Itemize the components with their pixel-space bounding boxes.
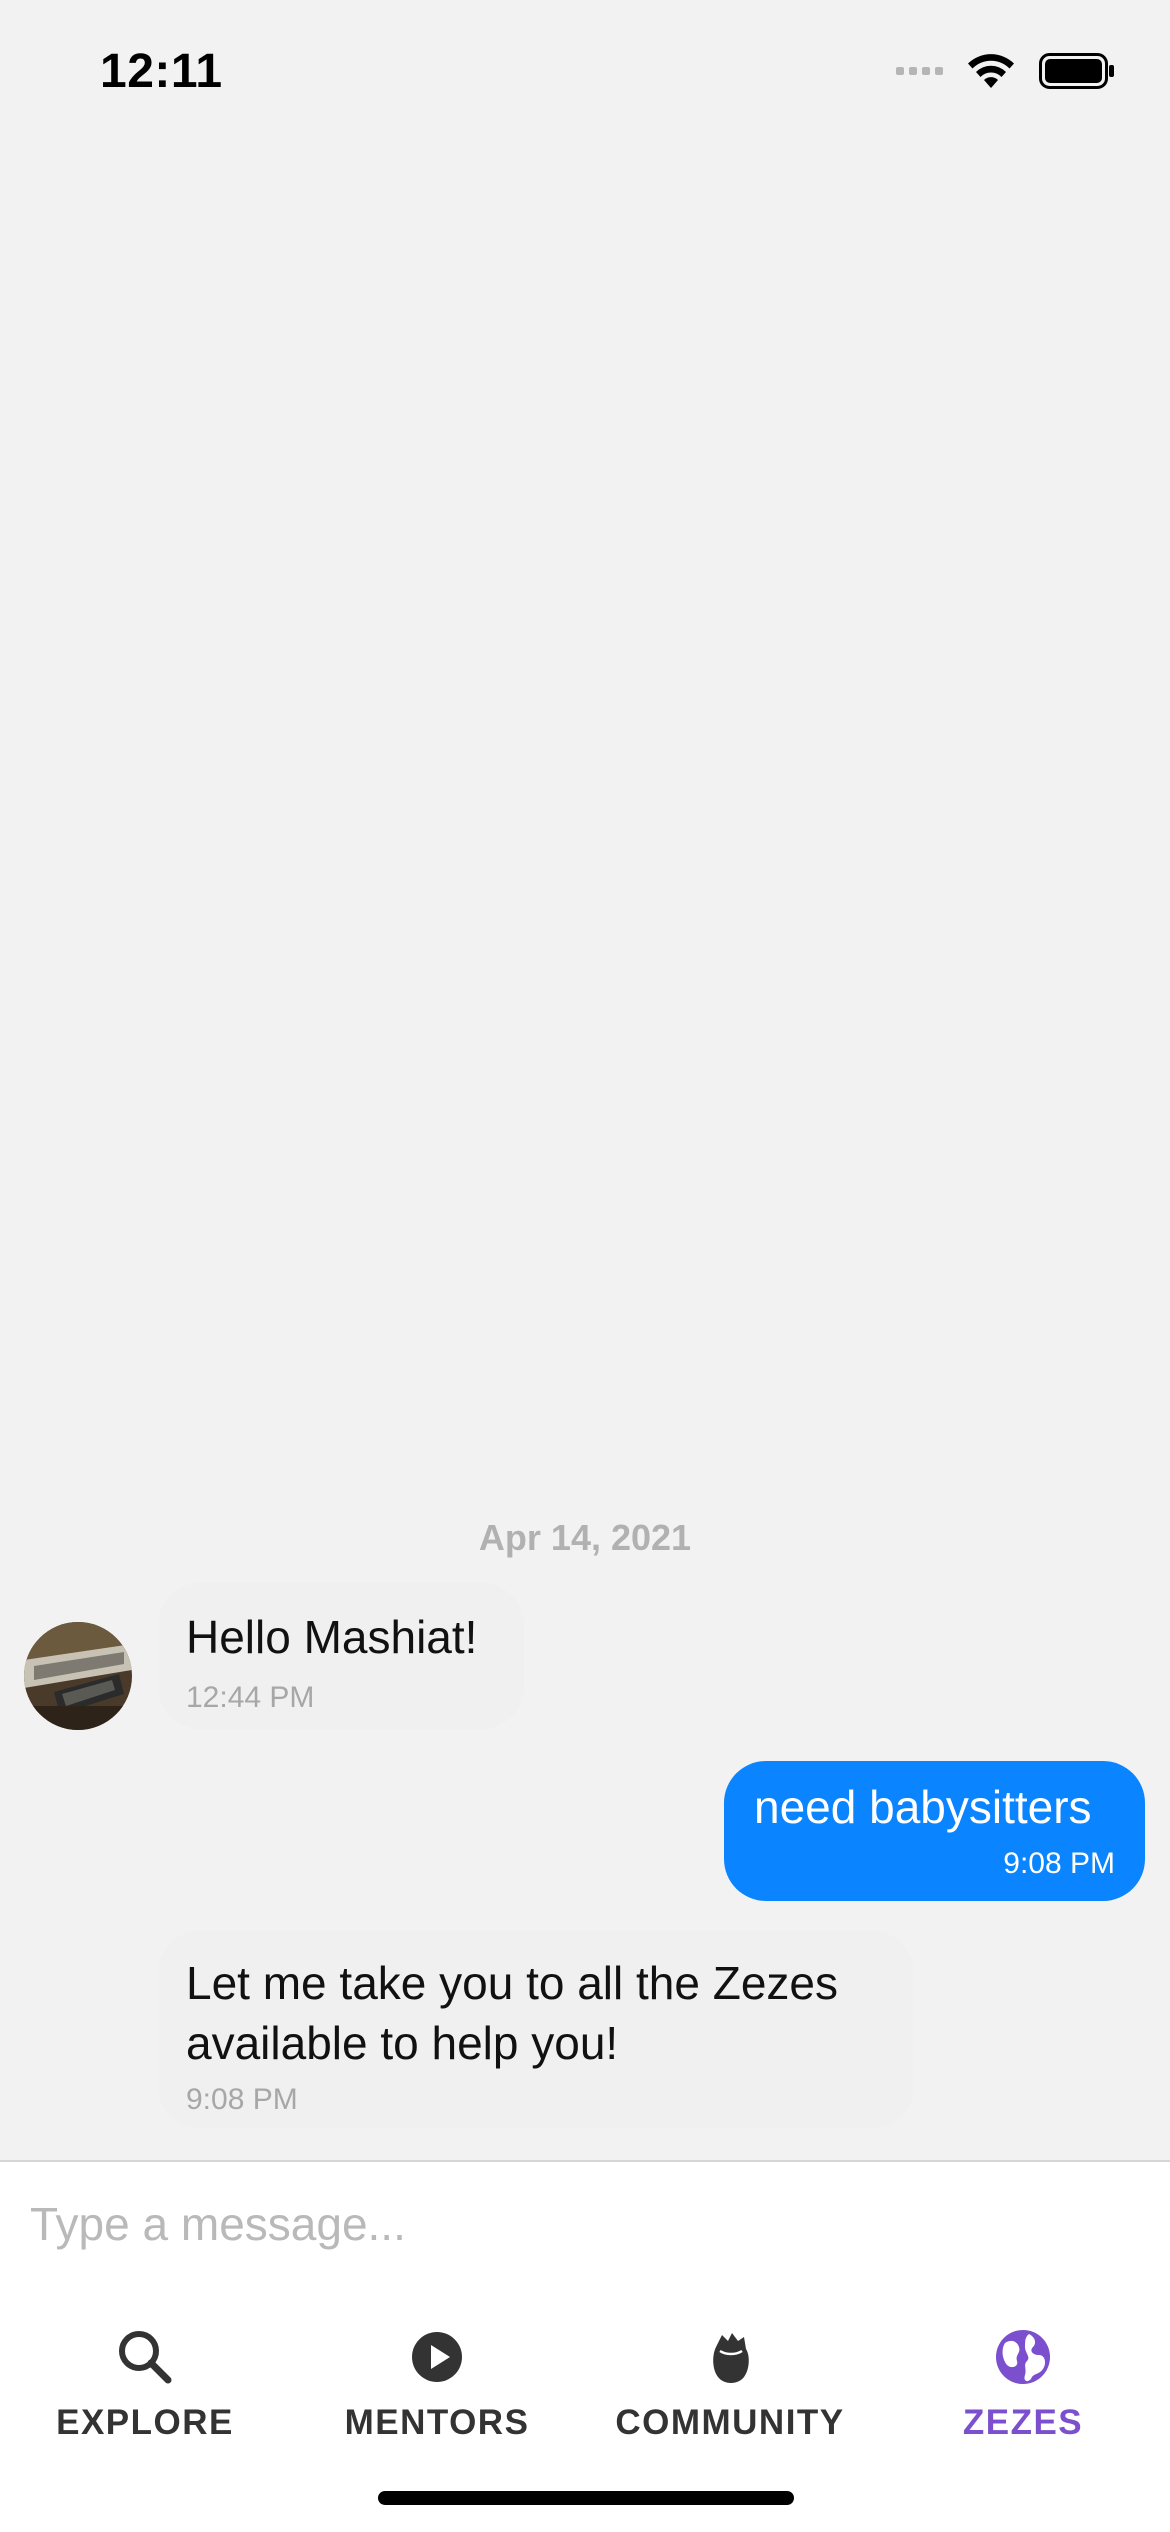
status-bar: 12:11 (0, 0, 1170, 150)
avatar[interactable] (24, 1622, 132, 1730)
message-text: Let me take you to all the Zezes availab… (186, 1957, 839, 2069)
message-timestamp: 9:08 PM (186, 2083, 298, 2116)
tab-label: COMMUNITY (615, 2403, 845, 2442)
tab-label: MENTORS (344, 2403, 530, 2442)
search-icon (119, 2331, 172, 2384)
chat-screen: 12:11 Apr 14, 2021 Hello Mashiat! 12:44 … (0, 0, 1170, 2532)
play-circle-icon (412, 2332, 462, 2382)
message-input[interactable] (30, 2184, 1140, 2264)
tab-mentors[interactable]: MENTORS (307, 2325, 567, 2475)
tab-zezes[interactable]: ZEZES (893, 2325, 1153, 2475)
tab-explore[interactable]: EXPLORE (15, 2325, 275, 2475)
message-text: need babysitters (754, 1781, 1092, 1833)
message-composer (0, 2160, 1170, 2295)
home-indicator (378, 2491, 794, 2505)
tab-label: ZEZES (962, 2403, 1084, 2442)
tab-community[interactable]: COMMUNITY (600, 2325, 860, 2475)
fist-icon (713, 2333, 749, 2383)
message-timestamp: 12:44 PM (186, 1681, 315, 1714)
status-time: 12:11 (100, 45, 223, 98)
battery-icon (1039, 53, 1114, 89)
date-separator: Apr 14, 2021 (478, 1517, 692, 1558)
message-bubble-incoming[interactable]: Hello Mashiat! 12:44 PM (158, 1583, 524, 1729)
message-bubble-outgoing[interactable]: need babysitters 9:08 PM (724, 1761, 1145, 1901)
wifi-icon (968, 54, 1014, 88)
globe-icon (996, 2330, 1050, 2384)
message-text: Hello Mashiat! (186, 1611, 478, 1663)
message-timestamp: 9:08 PM (1003, 1847, 1115, 1880)
status-icons (896, 52, 1115, 90)
message-bubble-incoming[interactable]: Let me take you to all the Zezes availab… (158, 1931, 914, 2128)
tab-label: EXPLORE (56, 2403, 234, 2442)
cellular-signal-icon (896, 67, 943, 75)
